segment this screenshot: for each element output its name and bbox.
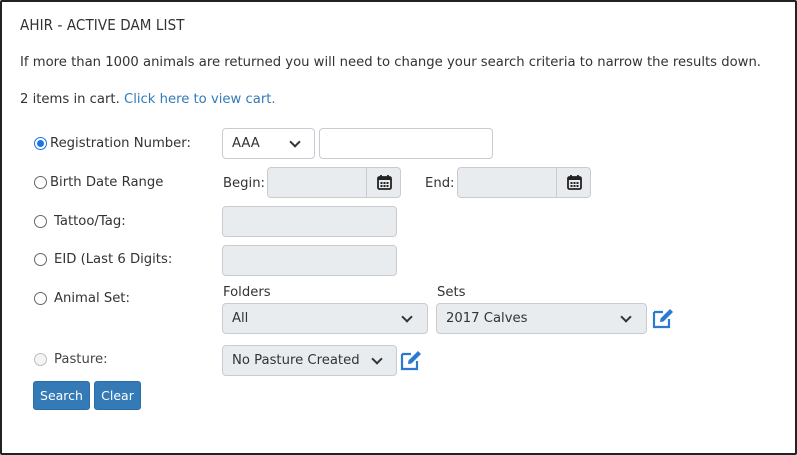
eid-input[interactable] xyxy=(222,245,397,276)
begin-calendar-button[interactable] xyxy=(366,167,401,198)
end-calendar-button[interactable] xyxy=(556,167,591,198)
chevron-down-icon xyxy=(371,353,383,365)
search-button[interactable]: Search xyxy=(33,381,90,410)
edit-icon xyxy=(400,351,421,371)
chevron-down-icon xyxy=(289,136,301,148)
chevron-down-icon xyxy=(401,311,413,323)
cart-count-text: 2 items in cart. xyxy=(20,92,120,107)
pasture-radio[interactable] xyxy=(34,353,47,366)
tattoo-input[interactable] xyxy=(222,206,397,237)
calendar-icon xyxy=(377,175,392,190)
edit-sets-button[interactable] xyxy=(652,307,676,329)
calendar-icon xyxy=(567,175,582,190)
pasture-select-value: No Pasture Created xyxy=(232,353,360,368)
edit-pasture-button[interactable] xyxy=(400,349,424,371)
page-title: AHIR - ACTIVE DAM LIST xyxy=(20,16,185,34)
edit-icon xyxy=(652,309,673,329)
info-text: If more than 1000 animals are returned y… xyxy=(20,55,761,70)
folders-label: Folders xyxy=(223,285,271,300)
pasture-label: Pasture: xyxy=(54,352,108,367)
sets-select[interactable]: 2017 Calves xyxy=(436,303,647,334)
cart-status: 2 items in cart. Click here to view cart… xyxy=(20,92,276,107)
tattoo-label: Tattoo/Tag: xyxy=(54,214,126,229)
registration-radio[interactable] xyxy=(34,137,47,150)
begin-date-input[interactable] xyxy=(267,167,367,198)
breed-select[interactable]: AAA xyxy=(222,128,315,159)
birth-date-label: Birth Date Range xyxy=(50,175,164,190)
tattoo-radio[interactable] xyxy=(34,215,47,228)
end-label: End: xyxy=(425,176,455,191)
animal-set-radio[interactable] xyxy=(34,292,47,305)
end-date-input[interactable] xyxy=(457,167,557,198)
birth-date-radio[interactable] xyxy=(34,176,47,189)
breed-select-value: AAA xyxy=(232,136,260,151)
begin-label: Begin: xyxy=(223,176,265,191)
registration-label: Registration Number: xyxy=(50,136,191,151)
pasture-select[interactable]: No Pasture Created xyxy=(222,345,397,376)
folders-select[interactable]: All xyxy=(222,303,428,334)
registration-number-input[interactable] xyxy=(319,128,493,159)
animal-set-label: Animal Set: xyxy=(54,291,130,306)
eid-label: EID (Last 6 Digits: xyxy=(54,252,173,267)
chevron-down-icon xyxy=(620,311,632,323)
sets-label: Sets xyxy=(437,285,466,300)
view-cart-link[interactable]: Click here to view cart. xyxy=(124,92,276,107)
clear-button[interactable]: Clear xyxy=(94,381,141,410)
folders-select-value: All xyxy=(232,311,249,326)
sets-select-value: 2017 Calves xyxy=(446,311,528,326)
eid-radio[interactable] xyxy=(34,253,47,266)
